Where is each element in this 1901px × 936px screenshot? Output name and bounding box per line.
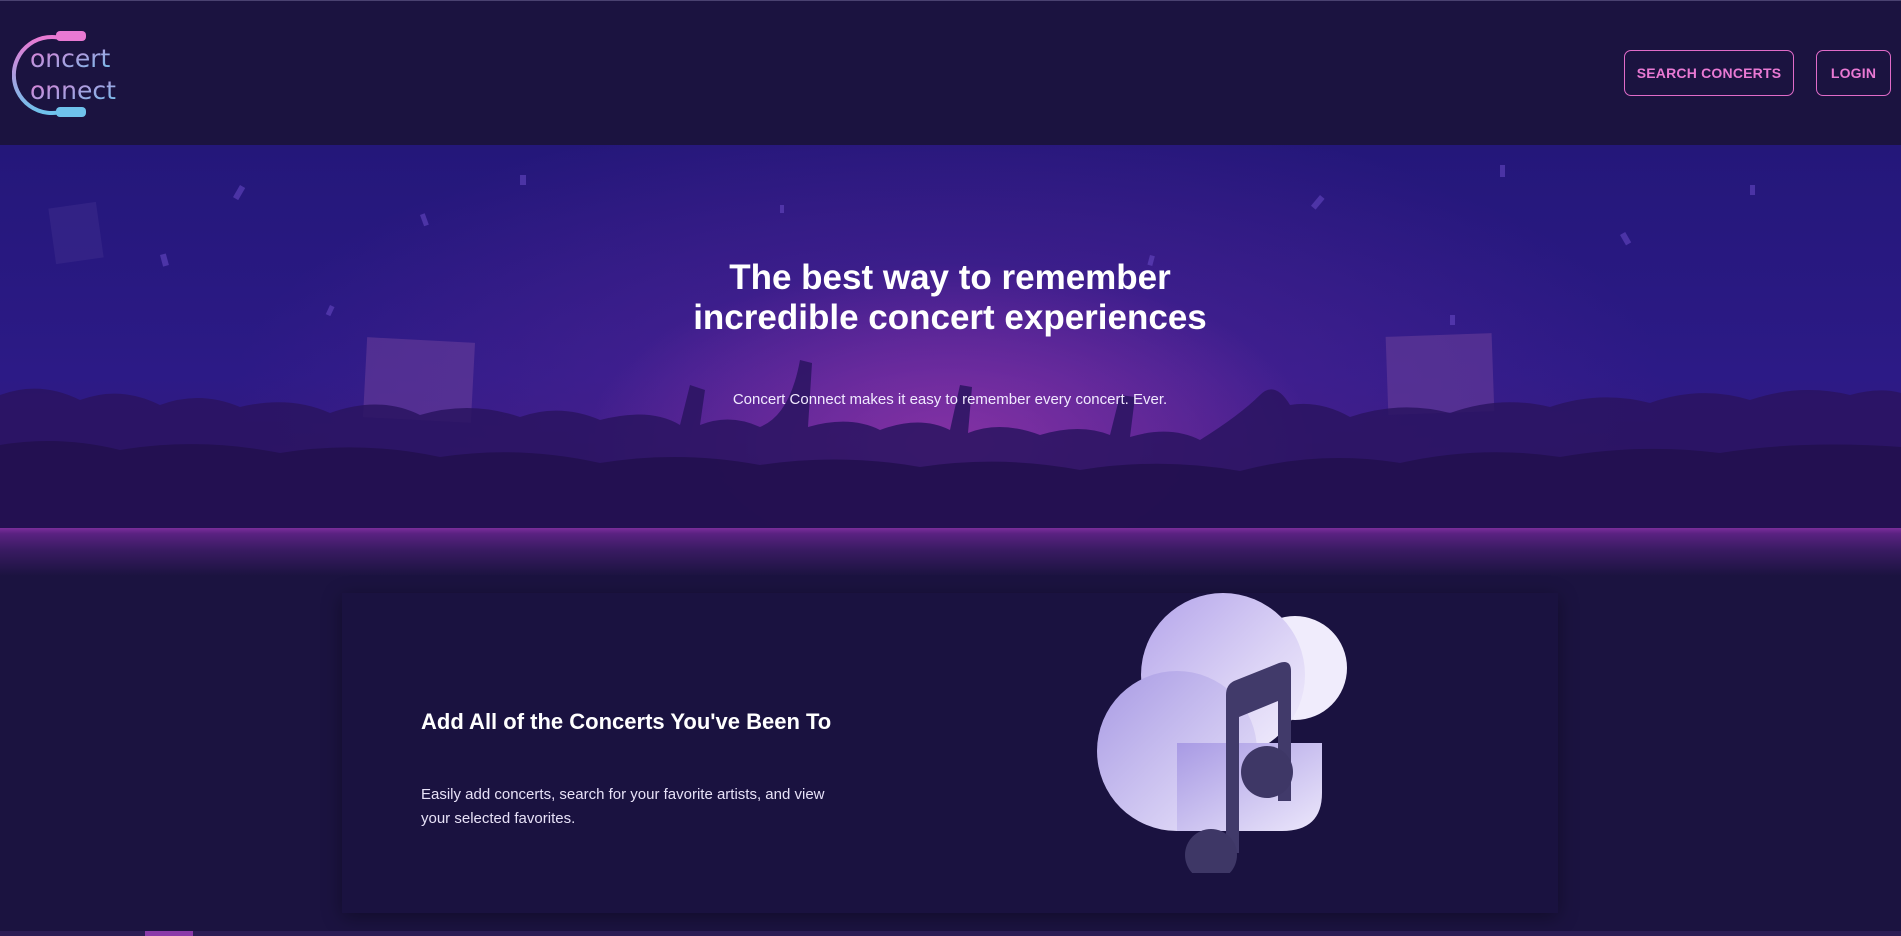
logo-text-line1: oncert bbox=[30, 44, 111, 73]
concert-connect-logo[interactable]: oncert onnect bbox=[12, 27, 130, 121]
logo-graphic: oncert onnect bbox=[12, 31, 116, 117]
login-button[interactable]: LOGIN bbox=[1816, 50, 1891, 96]
hero-subtitle: Concert Connect makes it easy to remembe… bbox=[732, 391, 1168, 408]
hero-banner: The best way to remember incredible conc… bbox=[0, 145, 1901, 529]
search-concerts-button[interactable]: SEARCH CONCERTS bbox=[1624, 50, 1794, 96]
feature-description: Easily add concerts, search for your fav… bbox=[421, 786, 825, 827]
feature-card: Add All of the Concerts You've Been To E… bbox=[342, 593, 1558, 913]
feature-title: Add All of the Concerts You've Been To bbox=[421, 709, 832, 735]
navbar: oncert onnect SEARCH CONCERTS LOGIN bbox=[0, 1, 1901, 145]
logo-text-line2: onnect bbox=[30, 76, 116, 105]
cloud-music-icon bbox=[1097, 593, 1347, 873]
bottom-strip bbox=[0, 931, 1901, 936]
hero-title: The best way to remember incredible conc… bbox=[693, 258, 1207, 338]
hero-divider-glow bbox=[0, 528, 1901, 576]
bottom-accent bbox=[145, 931, 193, 936]
